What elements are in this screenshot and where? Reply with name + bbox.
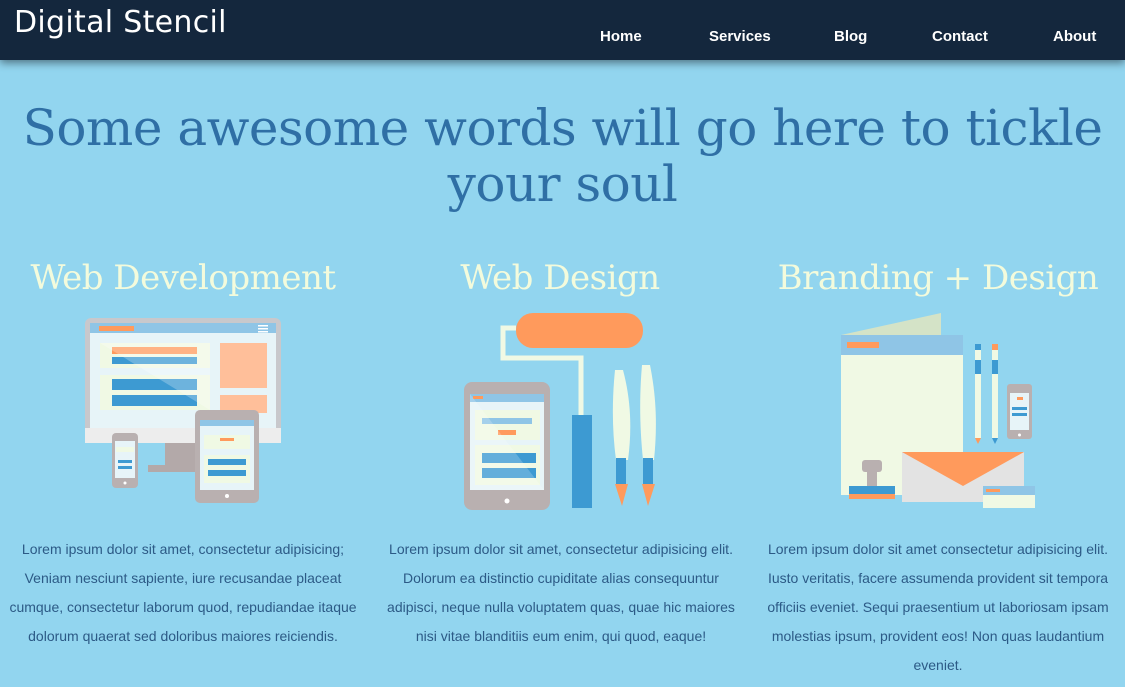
nav-link-home[interactable]: Home [600,28,642,45]
nav-link-about[interactable]: About [1053,28,1096,45]
column-title-web-design: Web Design [460,258,660,298]
brand-logo[interactable]: Digital Stencil [14,5,227,40]
devices-icon [85,318,281,503]
navbar: Digital Stencil Home Services Blog Conta… [0,0,1125,60]
hero-line-2: your soul [447,155,678,213]
column-text-branding-design: Lorem ipsum dolor sit amet consectetur a… [767,541,1109,673]
column-text-web-development: Lorem ipsum dolor sit amet, consectetur … [9,541,357,644]
hero-line-1: Some awesome words will go here to tickl… [22,99,1103,157]
stationery-icon [841,313,1035,508]
nav-link-contact[interactable]: Contact [932,28,988,45]
nav-link-blog[interactable]: Blog [834,28,867,45]
paint-roller-icon [464,313,656,510]
column-text-web-design: Lorem ipsum dolor sit amet, consectetur … [387,541,735,644]
hero-heading: Some awesome words will go here to tickl… [0,100,1125,212]
column-title-web-development: Web Development [30,258,336,298]
column-title-branding-design: Branding + Design [777,258,1099,298]
nav-link-services[interactable]: Services [709,28,771,45]
